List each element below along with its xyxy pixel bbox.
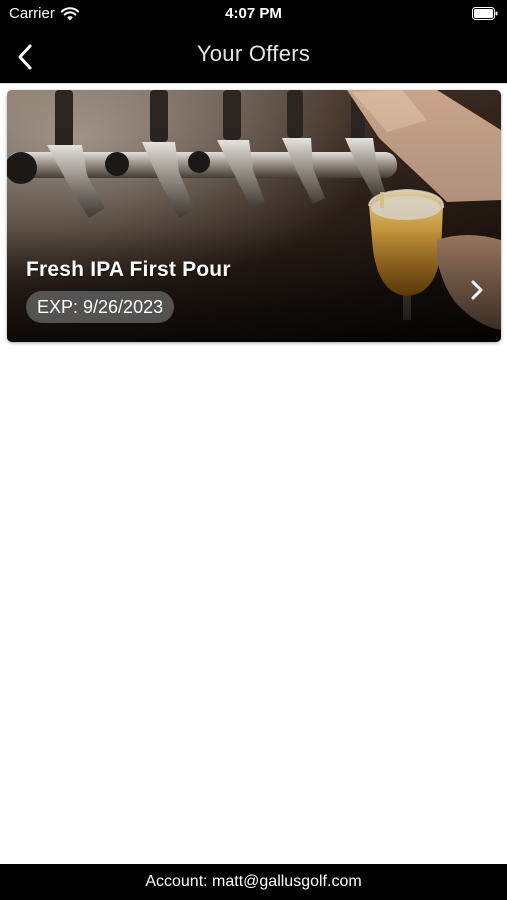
expiration-badge: EXP: 9/26/2023 — [26, 291, 175, 323]
nav-divider — [0, 83, 507, 84]
status-bar: Carrier 4:07 PM — [0, 0, 507, 30]
status-time: 4:07 PM — [225, 5, 282, 22]
chevron-right-icon — [471, 280, 483, 300]
navigation-bar: Your Offers — [0, 30, 507, 83]
offer-title: Fresh IPA First Pour — [26, 258, 231, 281]
account-footer: Account: matt@gallusgolf.com — [0, 864, 507, 900]
offer-card[interactable]: Fresh IPA First Pour EXP: 9/26/2023 — [7, 90, 501, 342]
page-title: Your Offers — [196, 41, 311, 66]
battery-icon — [472, 7, 498, 20]
